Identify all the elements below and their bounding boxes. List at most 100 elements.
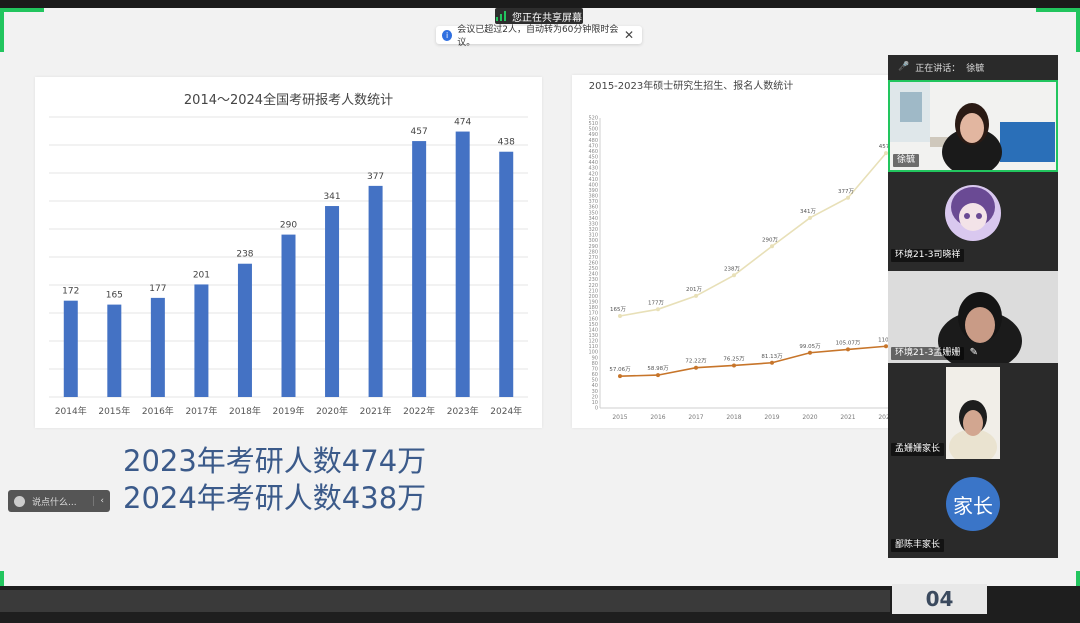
- data-label: 76.25万: [723, 355, 745, 362]
- data-label: 201万: [686, 286, 702, 293]
- y-tick-label: 450: [588, 155, 598, 161]
- y-tick-label: 340: [588, 216, 598, 222]
- signal-icon: [496, 11, 506, 21]
- data-label: 290万: [762, 236, 778, 243]
- data-label: 290: [280, 221, 297, 231]
- participant-tile-5[interactable]: 家长 鄙陈丰家长: [888, 463, 1058, 555]
- y-tick-label: 440: [588, 160, 598, 166]
- bar: [368, 185, 383, 397]
- data-label: 474: [454, 118, 471, 128]
- y-tick-label: 240: [588, 272, 598, 278]
- data-label: 341: [323, 192, 340, 202]
- y-tick-label: 40: [592, 383, 598, 389]
- bar: [281, 234, 296, 397]
- y-tick-label: 390: [588, 188, 598, 194]
- bar: [194, 284, 209, 397]
- data-label: 165: [106, 291, 123, 301]
- collapse-chat-button[interactable]: ‹: [93, 496, 104, 506]
- slide-footer-strip: [0, 590, 890, 612]
- y-tick-label: 70: [592, 366, 598, 372]
- x-tick-label: 2020: [802, 414, 817, 421]
- y-tick-label: 210: [588, 288, 598, 294]
- x-tick-label: 2017: [688, 414, 703, 421]
- bar: [107, 304, 122, 397]
- y-tick-label: 220: [588, 283, 598, 289]
- x-tick-label: 2024年: [490, 405, 522, 417]
- pencil-icon: ✎: [969, 347, 978, 358]
- x-tick-label: 2015: [612, 414, 627, 421]
- data-label: 238: [236, 250, 253, 260]
- avatar: 家长: [946, 477, 1000, 531]
- y-tick-label: 520: [588, 116, 598, 122]
- bar: [412, 141, 427, 397]
- data-label: 81.13万: [761, 353, 783, 360]
- data-label: 57.06万: [609, 366, 631, 373]
- x-tick-label: 2022年: [403, 405, 435, 417]
- data-point: [732, 363, 736, 368]
- notice-close-button[interactable]: ✕: [624, 28, 634, 42]
- emoji-icon[interactable]: [14, 495, 25, 507]
- bar: [455, 131, 470, 397]
- data-label: 238万: [724, 265, 740, 272]
- y-tick-label: 180: [588, 305, 598, 311]
- data-label: 72.22万: [685, 358, 707, 365]
- participant-tile-2[interactable]: 环境21-3司晓祥: [888, 173, 1058, 265]
- y-tick-label: 360: [588, 205, 598, 211]
- x-tick-label: 2019: [764, 414, 779, 421]
- y-tick-label: 110: [588, 344, 598, 350]
- participant-name-label: 鄙陈丰家长: [891, 539, 945, 552]
- x-tick-label: 2023年: [447, 405, 479, 417]
- y-tick-label: 260: [588, 261, 598, 267]
- participant-tile-1[interactable]: 徐毓: [888, 80, 1058, 172]
- y-tick-label: 150: [588, 322, 598, 328]
- y-tick-label: 130: [588, 333, 598, 339]
- y-tick-label: 120: [588, 339, 598, 345]
- data-label: 177万: [648, 299, 664, 306]
- data-point: [808, 350, 812, 355]
- y-tick-label: 500: [588, 127, 598, 133]
- y-tick-label: 20: [592, 394, 598, 400]
- page-number: 04: [892, 584, 987, 614]
- y-tick-label: 160: [588, 316, 598, 322]
- participant-tile-3[interactable]: 环境21-3孟姗姗 ✎: [888, 271, 1058, 363]
- data-point: [618, 374, 622, 379]
- data-label: 99.05万: [799, 343, 821, 350]
- data-label: 438: [498, 138, 515, 148]
- y-tick-label: 480: [588, 138, 598, 144]
- y-tick-label: 460: [588, 149, 598, 155]
- bar: [237, 263, 252, 397]
- line-chart-card: 2015-2023年硕士研究生招生、报名人数统计 0 10 20 30 40 50 60 70…: [572, 75, 890, 428]
- y-tick-label: 400: [588, 182, 598, 188]
- y-tick-label: 350: [588, 210, 598, 216]
- data-point: [618, 313, 622, 318]
- y-tick-label: 420: [588, 171, 598, 177]
- chat-input-pill[interactable]: 说点什么... ‹: [8, 490, 110, 512]
- y-tick-label: 230: [588, 277, 598, 283]
- y-tick-label: 380: [588, 194, 598, 200]
- speaking-label: 正在讲话：: [915, 63, 961, 74]
- x-tick-label: 2018年: [229, 405, 261, 417]
- bar-chart: 172 2014年 165 2015年 177 2016年 201 2017年 238 2018年…: [49, 116, 528, 417]
- participant-tile-4[interactable]: 孟姗姗家长: [888, 367, 1058, 459]
- data-point: [770, 244, 774, 249]
- y-tick-label: 200: [588, 294, 598, 300]
- y-tick-label: 470: [588, 143, 598, 149]
- data-label: 341万: [800, 208, 816, 215]
- share-border-top-left: [0, 8, 44, 52]
- y-tick-label: 170: [588, 311, 598, 317]
- y-tick-label: 290: [588, 244, 598, 250]
- y-tick-label: 10: [592, 400, 598, 406]
- x-tick-label: 2016: [650, 414, 665, 421]
- participant-name-label: 环境21-3孟姗姗: [891, 347, 965, 360]
- data-point: [808, 215, 812, 220]
- y-tick-label: 30: [592, 389, 598, 395]
- y-tick-label: 80: [592, 361, 598, 367]
- bar-chart-card: 2014～2024全国考研报考人数统计 172 2014年 165 2015年 177 2…: [35, 77, 542, 428]
- y-tick-label: 190: [588, 300, 598, 306]
- y-tick-label: 430: [588, 166, 598, 172]
- series-line: [619, 152, 887, 317]
- y-tick-label: 310: [588, 233, 598, 239]
- x-tick-label: 2020年: [316, 405, 348, 417]
- y-tick-label: 280: [588, 249, 598, 255]
- y-tick-label: 300: [588, 238, 598, 244]
